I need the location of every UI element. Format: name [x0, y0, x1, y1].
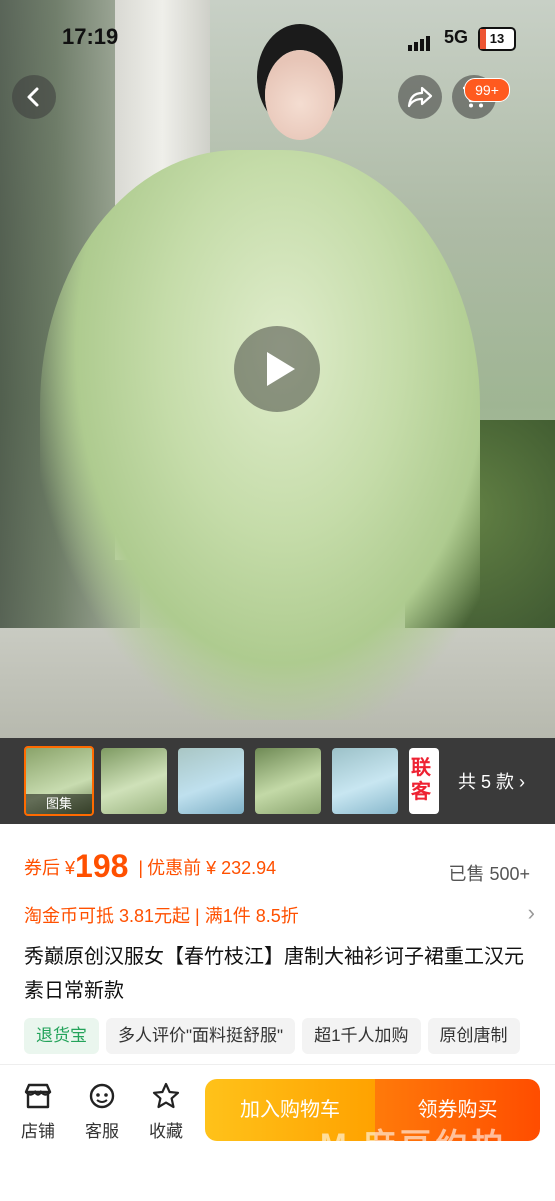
- chevron-right-icon[interactable]: ›: [528, 900, 535, 926]
- coupon-price: 198: [75, 848, 129, 884]
- cart-badge: 99+: [464, 78, 510, 102]
- price-row: 券后 ¥198 | 优惠前 ¥ 232.94: [24, 848, 276, 885]
- tag-review[interactable]: 多人评价"面料挺舒服": [106, 1018, 296, 1054]
- tag-original[interactable]: 原创唐制: [427, 1018, 520, 1054]
- chevron-left-icon: [27, 87, 39, 107]
- price-separator: |: [138, 858, 144, 878]
- tag-return-insurance[interactable]: 退货宝: [24, 1018, 99, 1054]
- star-icon: [136, 1081, 196, 1111]
- store-button[interactable]: 店铺: [8, 1081, 68, 1142]
- thumbnail-promo[interactable]: 联客: [409, 748, 439, 814]
- share-icon: [407, 86, 433, 108]
- store-icon: [8, 1081, 68, 1111]
- network-type: 5G: [444, 27, 469, 47]
- thumbnail-style-green-2[interactable]: [255, 748, 321, 814]
- play-icon: [267, 352, 295, 386]
- chat-face-icon: [72, 1081, 132, 1111]
- status-time: 17:19: [62, 24, 119, 49]
- service-button[interactable]: 客服: [72, 1081, 132, 1142]
- chevron-right-icon: ›: [519, 772, 526, 792]
- signal-icon: [408, 33, 432, 51]
- play-video-button[interactable]: [234, 326, 320, 412]
- back-button[interactable]: [12, 75, 56, 119]
- status-bar: 17:19 5G 13: [0, 0, 555, 70]
- favorite-button[interactable]: 收藏: [136, 1081, 196, 1142]
- share-button[interactable]: [398, 75, 442, 119]
- thumbnail-promo-text: 联客: [411, 757, 431, 803]
- thumbnail-style-blue[interactable]: [178, 748, 244, 814]
- original-price: 优惠前 ¥ 232.94: [147, 858, 277, 878]
- coupon-info[interactable]: 淘金币可抵 3.81元起 | 满1件 8.5折: [24, 902, 299, 928]
- coupon-price-prefix: 券后 ¥: [24, 858, 76, 878]
- tag-cart-count[interactable]: 超1千人加购: [302, 1018, 421, 1054]
- product-info: 券后 ¥198 | 优惠前 ¥ 232.94 已售 500+ 淘金币可抵 3.81元…: [0, 824, 555, 1064]
- favorite-label: 收藏: [149, 1122, 183, 1141]
- battery-icon: 13: [478, 27, 516, 51]
- styles-count-link[interactable]: 共 5 款 ›: [458, 768, 525, 794]
- thumbnail-style-blue-2[interactable]: [332, 748, 398, 814]
- sold-count: 已售 500+: [448, 864, 530, 884]
- styles-count-text: 共 5 款: [458, 772, 520, 792]
- service-label: 客服: [85, 1122, 119, 1141]
- thumbnail-gallery[interactable]: 图集: [24, 746, 94, 816]
- watermark-text: M 麻豆约拍: [320, 1127, 508, 1163]
- store-label: 店铺: [21, 1122, 55, 1141]
- thumbnail-style-green[interactable]: [101, 748, 167, 814]
- thumbnail-label: 图集: [26, 794, 92, 814]
- tag-list: 退货宝 多人评价"面料挺舒服" 超1千人加购 原创唐制: [24, 1018, 527, 1054]
- product-title: 秀巅原创汉服女【春竹枝江】唐制大袖衫诃子裙重工汉元素日常新款: [24, 946, 524, 1002]
